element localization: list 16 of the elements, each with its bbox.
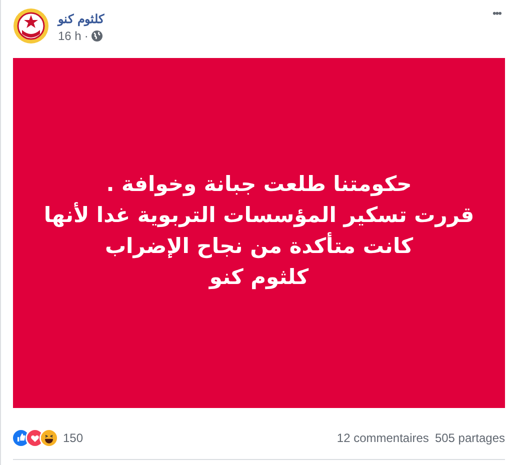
laughing-face-icon[interactable] [41,430,57,446]
message-line: كلثوم كنو [208,264,310,292]
message-line: حكومتنا طلعت جبانة وخوافة . [105,171,413,198]
globe-icon [91,30,104,42]
timestamp-link[interactable]: 16 h [58,29,82,43]
shares-link[interactable]: 505 partages [434,431,505,445]
logo-icon[interactable] [13,8,49,44]
reaction-count-link[interactable]: 150 [63,431,84,445]
message-line: قررت تسكير المؤسسات التربوية غدا لأنها [44,201,474,230]
comments-link[interactable]: 12 commentaires [336,431,429,445]
message-line: كانت متأكدة من نجاح الإضراب [104,231,414,260]
more-options-button[interactable]: ••• [488,6,505,22]
separator-dot: · [84,29,88,43]
heart-icon[interactable] [27,430,43,446]
like-icon[interactable] [13,430,29,446]
author-link[interactable]: كلثوم كنو [58,11,104,27]
